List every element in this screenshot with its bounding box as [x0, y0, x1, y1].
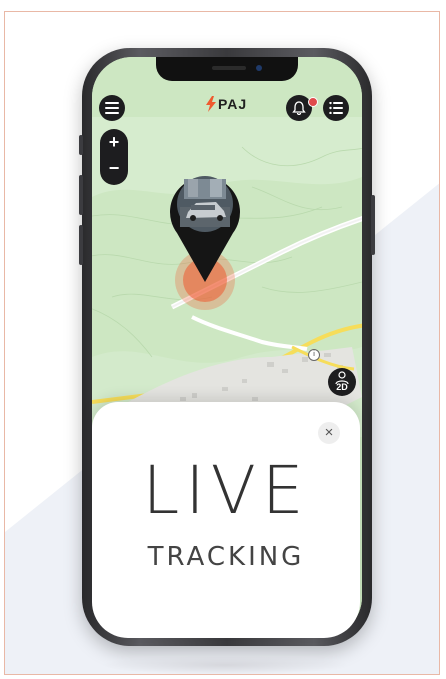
close-icon: ×: [324, 424, 334, 441]
zoom-control: + −: [100, 129, 128, 185]
logo-bolt-icon: [206, 96, 216, 112]
menu-icon: [105, 102, 119, 114]
list-button[interactable]: [323, 95, 349, 121]
zoom-out-button[interactable]: −: [100, 158, 128, 179]
phone-camera: [256, 65, 262, 71]
view-mode-button[interactable]: 2D: [328, 368, 356, 396]
phone-volume-down: [79, 225, 83, 265]
live-tracking-card: × LIVE TRACKING: [92, 402, 360, 638]
bell-icon: [292, 101, 306, 115]
app-logo: PAJ: [206, 96, 247, 112]
map-info-marker[interactable]: i: [308, 349, 320, 361]
phone-power-button: [371, 195, 375, 255]
phone-volume-up: [79, 175, 83, 215]
card-subtitle: TRACKING: [147, 542, 305, 572]
phone-side-button: [79, 135, 83, 155]
card-title: LIVE: [142, 452, 310, 529]
phone-reflection: [100, 655, 350, 675]
phone-notch: [156, 57, 298, 81]
menu-button[interactable]: [99, 95, 125, 121]
logo-text: PAJ: [218, 96, 248, 112]
notification-badge: [308, 97, 318, 107]
zoom-in-button[interactable]: +: [100, 132, 128, 153]
close-button[interactable]: ×: [318, 422, 340, 444]
phone-speaker: [212, 66, 246, 70]
person-3d-icon: [335, 371, 349, 385]
list-icon: [329, 102, 343, 114]
